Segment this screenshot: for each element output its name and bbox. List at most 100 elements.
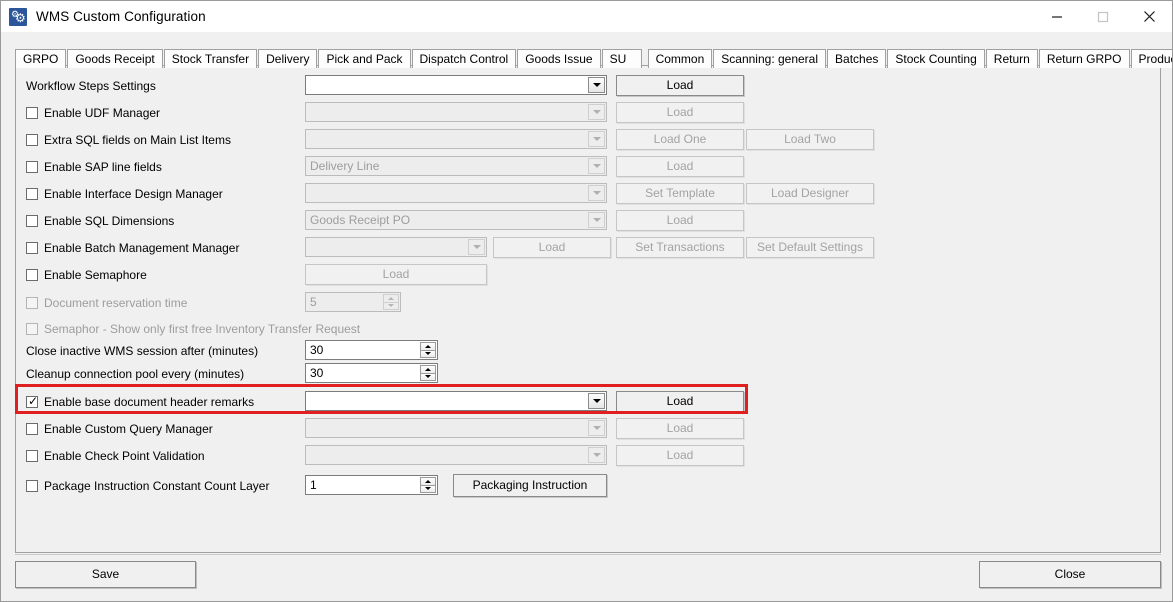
spinner-down-icon[interactable] bbox=[420, 351, 436, 359]
sql-dimensions-combo-value: Goods Receipt PO bbox=[310, 213, 410, 227]
workflow-steps-load-button[interactable]: Load bbox=[616, 75, 744, 96]
base-document-header-remarks-combo[interactable] bbox=[305, 391, 607, 411]
check-point-validation-load-button[interactable]: Load bbox=[616, 445, 744, 466]
chevron-down-icon[interactable] bbox=[588, 131, 605, 147]
spinner-down-icon[interactable] bbox=[420, 486, 436, 494]
interface-design-manager-combo[interactable] bbox=[305, 183, 607, 203]
tab-delivery[interactable]: Delivery bbox=[258, 49, 317, 68]
custom-query-manager-load-button[interactable]: Load bbox=[616, 418, 744, 439]
spinner-up-icon[interactable] bbox=[420, 365, 436, 374]
udf-manager-load-button[interactable]: Load bbox=[616, 102, 744, 123]
spinner-up-icon[interactable] bbox=[420, 477, 436, 486]
udf-manager-checkbox[interactable]: Enable UDF Manager bbox=[26, 103, 160, 123]
tab-pick-and-pack[interactable]: Pick and Pack bbox=[318, 49, 410, 68]
tab-su[interactable]: SU bbox=[602, 49, 642, 68]
chevron-down-icon[interactable] bbox=[588, 77, 605, 93]
spinner-buttons[interactable] bbox=[420, 365, 436, 381]
cleanup-connection-pool-spinner[interactable]: 30 bbox=[305, 363, 438, 383]
document-reservation-checkbox[interactable]: Document reservation time bbox=[26, 293, 187, 313]
minimize-button[interactable] bbox=[1034, 1, 1080, 32]
tab-common[interactable]: Common bbox=[648, 49, 713, 68]
chevron-down-icon[interactable] bbox=[588, 185, 605, 201]
base-document-header-remarks-load-button[interactable]: Load bbox=[616, 391, 744, 412]
tab-strip: GRPO Goods Receipt Stock Transfer Delive… bbox=[15, 45, 1161, 66]
tab-stock-counting[interactable]: Stock Counting bbox=[887, 49, 984, 68]
udf-manager-label: Enable UDF Manager bbox=[44, 106, 160, 120]
row-semaphor-first-free: Semaphor - Show only first free Inventor… bbox=[16, 319, 1160, 341]
custom-query-manager-checkbox[interactable]: Enable Custom Query Manager bbox=[26, 419, 213, 439]
checkbox-box bbox=[26, 323, 38, 335]
sql-dimensions-load-button[interactable]: Load bbox=[616, 210, 744, 231]
spinner-up-icon[interactable] bbox=[383, 294, 399, 303]
semaphor-first-free-checkbox[interactable]: Semaphor - Show only first free Inventor… bbox=[26, 319, 360, 339]
chevron-down-icon[interactable] bbox=[588, 212, 605, 228]
tab-dispatch-control[interactable]: Dispatch Control bbox=[412, 49, 517, 68]
tab-grpo[interactable]: GRPO bbox=[15, 49, 66, 68]
row-sap-line-fields: Enable SAP line fields Delivery Line Loa… bbox=[16, 157, 1160, 179]
sap-line-fields-combo-value: Delivery Line bbox=[310, 159, 379, 173]
workflow-steps-combo[interactable] bbox=[305, 75, 607, 95]
extra-sql-fields-checkbox[interactable]: Extra SQL fields on Main List Items bbox=[26, 130, 231, 150]
maximize-button[interactable] bbox=[1080, 1, 1126, 32]
extra-sql-fields-combo[interactable] bbox=[305, 129, 607, 149]
close-button[interactable] bbox=[1126, 1, 1172, 32]
document-reservation-spinner[interactable]: 5 bbox=[305, 292, 401, 312]
batch-management-combo[interactable] bbox=[305, 237, 487, 257]
sap-line-fields-combo[interactable]: Delivery Line bbox=[305, 156, 607, 176]
save-button[interactable]: Save bbox=[15, 561, 196, 588]
tab-stock-transfer[interactable]: Stock Transfer bbox=[164, 49, 257, 68]
udf-manager-combo[interactable] bbox=[305, 102, 607, 122]
close-inactive-session-spinner[interactable]: 30 bbox=[305, 340, 438, 360]
custom-query-manager-combo[interactable] bbox=[305, 418, 607, 438]
package-instruction-spinner[interactable]: 1 bbox=[305, 475, 438, 495]
check-point-validation-checkbox[interactable]: Enable Check Point Validation bbox=[26, 446, 205, 466]
sap-line-fields-checkbox[interactable]: Enable SAP line fields bbox=[26, 157, 162, 177]
chevron-down-icon[interactable] bbox=[468, 239, 485, 255]
spinner-down-icon[interactable] bbox=[383, 303, 399, 311]
sap-line-fields-load-button[interactable]: Load bbox=[616, 156, 744, 177]
tab-return[interactable]: Return bbox=[986, 49, 1038, 68]
tab-production[interactable]: Production bbox=[1131, 49, 1173, 68]
semaphore-load-button[interactable]: Load bbox=[305, 264, 487, 285]
close-dialog-button[interactable]: Close bbox=[979, 561, 1161, 588]
tab-goods-issue[interactable]: Goods Issue bbox=[517, 49, 600, 68]
batch-management-checkbox[interactable]: Enable Batch Management Manager bbox=[26, 238, 239, 258]
base-document-header-remarks-checkbox[interactable]: ✓ Enable base document header remarks bbox=[26, 392, 254, 412]
sql-dimensions-combo[interactable]: Goods Receipt PO bbox=[305, 210, 607, 230]
extra-sql-load-one-button[interactable]: Load One bbox=[616, 129, 744, 150]
sql-dimensions-checkbox[interactable]: Enable SQL Dimensions bbox=[26, 211, 174, 231]
tab-scanning-general[interactable]: Scanning: general bbox=[713, 49, 826, 68]
semaphore-checkbox[interactable]: Enable Semaphore bbox=[26, 265, 147, 285]
packaging-instruction-button[interactable]: Packaging Instruction bbox=[453, 474, 607, 497]
set-template-button[interactable]: Set Template bbox=[616, 183, 744, 204]
set-default-settings-button[interactable]: Set Default Settings bbox=[746, 237, 874, 258]
set-transactions-button[interactable]: Set Transactions bbox=[616, 237, 744, 258]
spinner-buttons[interactable] bbox=[420, 477, 436, 493]
package-instruction-label: Package Instruction Constant Count Layer bbox=[44, 479, 269, 493]
footer-separator bbox=[15, 554, 1161, 555]
load-designer-button[interactable]: Load Designer bbox=[746, 183, 874, 204]
spinner-buttons[interactable] bbox=[420, 342, 436, 358]
spinner-down-icon[interactable] bbox=[420, 374, 436, 382]
spinner-up-icon[interactable] bbox=[420, 342, 436, 351]
chevron-down-icon[interactable] bbox=[588, 393, 605, 409]
check-point-validation-label: Enable Check Point Validation bbox=[44, 449, 205, 463]
tab-batches[interactable]: Batches bbox=[827, 49, 886, 68]
chevron-down-icon[interactable] bbox=[588, 158, 605, 174]
chevron-down-icon[interactable] bbox=[588, 104, 605, 120]
close-inactive-session-value: 30 bbox=[310, 343, 323, 357]
batch-management-load-button[interactable]: Load bbox=[493, 237, 611, 258]
checkbox-box bbox=[26, 188, 38, 200]
interface-design-manager-checkbox[interactable]: Enable Interface Design Manager bbox=[26, 184, 223, 204]
chevron-down-icon[interactable] bbox=[588, 447, 605, 463]
chevron-down-icon[interactable] bbox=[588, 420, 605, 436]
extra-sql-load-two-button[interactable]: Load Two bbox=[746, 129, 874, 150]
row-package-instruction: Package Instruction Constant Count Layer… bbox=[16, 476, 1160, 498]
tab-goods-receipt[interactable]: Goods Receipt bbox=[67, 49, 162, 68]
check-point-validation-combo[interactable] bbox=[305, 445, 607, 465]
spinner-buttons[interactable] bbox=[383, 294, 399, 310]
tab-return-grpo[interactable]: Return GRPO bbox=[1039, 49, 1130, 68]
package-instruction-value: 1 bbox=[310, 478, 317, 492]
package-instruction-checkbox[interactable]: Package Instruction Constant Count Layer bbox=[26, 476, 269, 496]
sap-line-fields-label: Enable SAP line fields bbox=[44, 160, 162, 174]
